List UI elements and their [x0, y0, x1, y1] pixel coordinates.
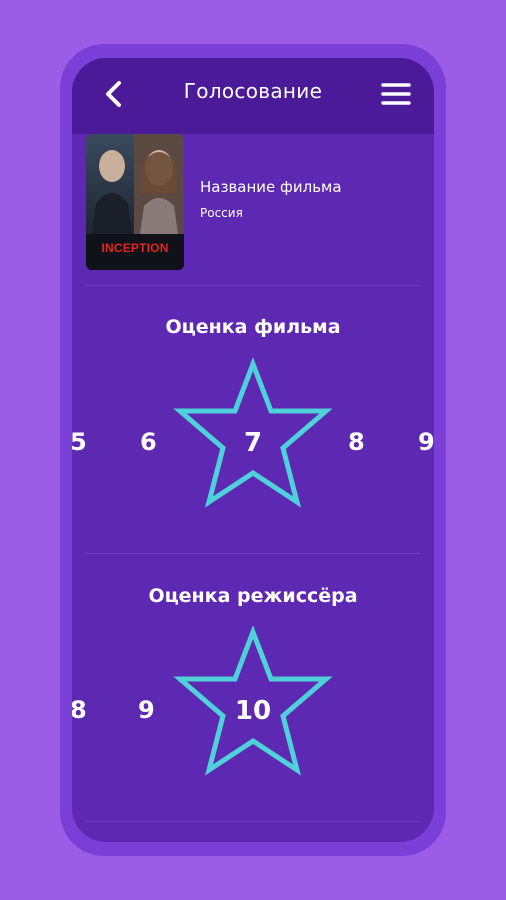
film-rating-option[interactable]: 5	[72, 430, 87, 454]
film-rating-option[interactable]: 6	[140, 430, 157, 454]
app-screen: Голосование INCEPTION Название фильма Ро…	[72, 58, 434, 842]
movie-country: Россия	[200, 206, 243, 220]
director-rating-option[interactable]: 9	[138, 698, 155, 722]
film-rating-option[interactable]: 9	[418, 430, 434, 454]
film-rating-title: Оценка фильма	[165, 316, 341, 338]
film-rating-selected: 7	[243, 428, 263, 458]
poster-title: INCEPTION	[101, 241, 169, 255]
movie-info: INCEPTION Название фильма Россия	[86, 134, 420, 284]
divider	[86, 285, 420, 286]
divider	[86, 553, 420, 554]
hamburger-icon	[381, 83, 411, 105]
movie-poster[interactable]: INCEPTION	[86, 134, 184, 270]
movie-name: Название фильма	[200, 178, 342, 196]
director-rating-title: Оценка режиссёра	[148, 585, 358, 607]
director-rating-option[interactable]: 8	[72, 698, 87, 722]
divider	[86, 821, 420, 822]
top-bar: Голосование	[72, 58, 434, 134]
director-rating-selected: 10	[234, 696, 272, 726]
menu-button[interactable]	[376, 76, 416, 112]
film-rating-option[interactable]: 8	[348, 430, 365, 454]
